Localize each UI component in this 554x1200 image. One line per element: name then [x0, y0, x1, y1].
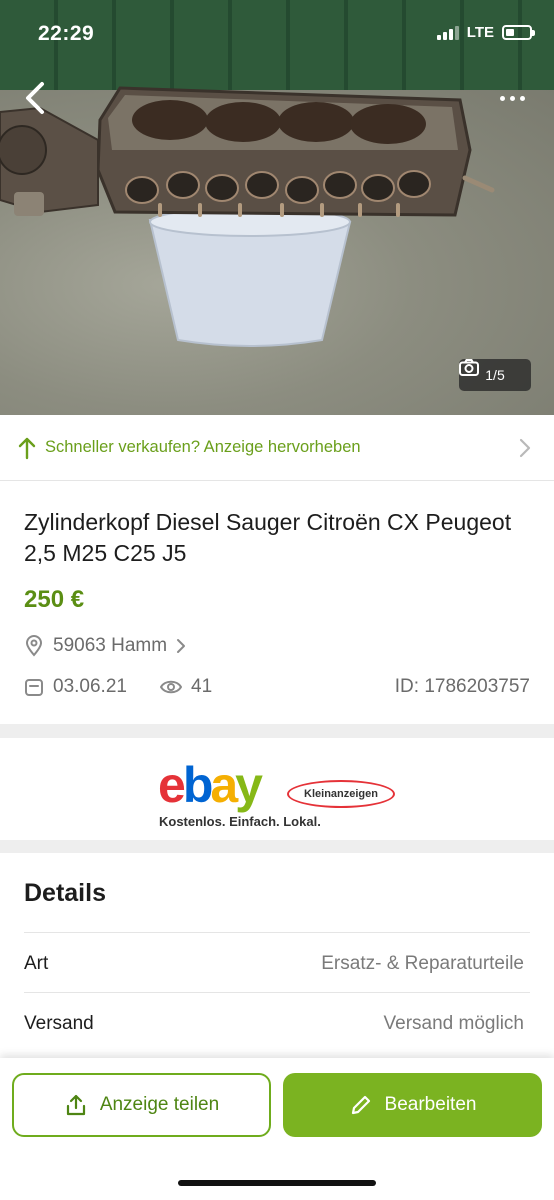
details-section: Details Art Ersatz- & Reparaturteile Ver…	[0, 853, 554, 1063]
location-text: 59063 Hamm	[53, 635, 168, 656]
photo-counter-text: 1/5	[485, 367, 505, 383]
listing-price: 250 €	[24, 586, 85, 613]
ebay-logo: ebay	[158, 757, 263, 813]
status-time: 22:29	[38, 22, 95, 45]
detail-row-art: Art Ersatz- & Reparaturteile	[24, 932, 530, 992]
bottom-action-bar: Anzeige teilen Bearbeiten	[0, 1058, 554, 1200]
kleinanzeigen-badge: Kleinanzeigen	[287, 780, 395, 808]
status-bar: 22:29 LTE	[0, 0, 554, 66]
calendar-icon	[25, 679, 43, 696]
eye-icon	[160, 680, 182, 694]
edit-label: Bearbeiten	[384, 1094, 477, 1115]
details-title: Details	[24, 879, 106, 907]
listing-id: ID: 1786203757	[394, 676, 530, 697]
share-listing-button[interactable]: Anzeige teilen	[12, 1073, 271, 1137]
battery-icon	[502, 25, 535, 40]
home-indicator[interactable]	[178, 1180, 376, 1186]
status-indicators: LTE	[436, 24, 535, 41]
views-count: 41	[191, 676, 213, 697]
promote-text: Schneller verkaufen? Anzeige hervorheben	[45, 438, 361, 456]
ebay-kleinanzeigen-banner: ebay Kleinanzeigen Kostenlos. Einfach. L…	[0, 738, 554, 840]
listing-date: 03.06.21	[24, 676, 127, 698]
promote-listing-banner[interactable]: Schneller verkaufen? Anzeige hervorheben	[0, 415, 554, 481]
chevron-left-icon	[26, 82, 44, 114]
share-label: Anzeige teilen	[99, 1094, 220, 1115]
location-pin-icon	[25, 635, 43, 657]
detail-row-versand: Versand Versand möglich	[24, 992, 530, 1052]
section-divider	[0, 724, 554, 738]
listing-views: 41	[160, 676, 212, 698]
detail-value: Versand möglich	[383, 1013, 524, 1034]
section-divider	[0, 840, 554, 854]
share-icon	[66, 1094, 85, 1116]
pencil-icon	[351, 1095, 370, 1115]
detail-key: Versand	[24, 1013, 94, 1034]
date-text: 03.06.21	[53, 676, 127, 697]
chevron-right-icon	[177, 639, 186, 653]
listing-location[interactable]: 59063 Hamm	[24, 635, 186, 657]
edit-listing-button[interactable]: Bearbeiten	[283, 1073, 542, 1137]
detail-value: Ersatz- & Reparaturteile	[321, 953, 524, 974]
listing-photo[interactable]: 22:29 LTE 1/5	[0, 0, 554, 415]
listing-info: Zylinderkopf Diesel Sauger Citroën CX Pe…	[0, 482, 554, 724]
more-dots-icon	[499, 95, 505, 101]
network-label: LTE	[466, 24, 494, 41]
detail-key: Art	[24, 953, 49, 974]
arrow-up-icon	[18, 437, 36, 460]
photo-counter-badge[interactable]: 1/5	[459, 359, 531, 391]
back-button[interactable]	[18, 78, 54, 118]
listing-meta: 03.06.21 41 ID: 1786203757	[24, 676, 530, 702]
listing-title: Zylinderkopf Diesel Sauger Citroën CX Pe…	[24, 509, 512, 566]
signal-icon	[436, 25, 459, 40]
camera-icon	[459, 359, 479, 376]
chevron-right-icon	[519, 438, 531, 458]
more-options-button[interactable]	[494, 86, 530, 110]
ebay-tagline: Kostenlos. Einfach. Lokal.	[159, 814, 321, 829]
